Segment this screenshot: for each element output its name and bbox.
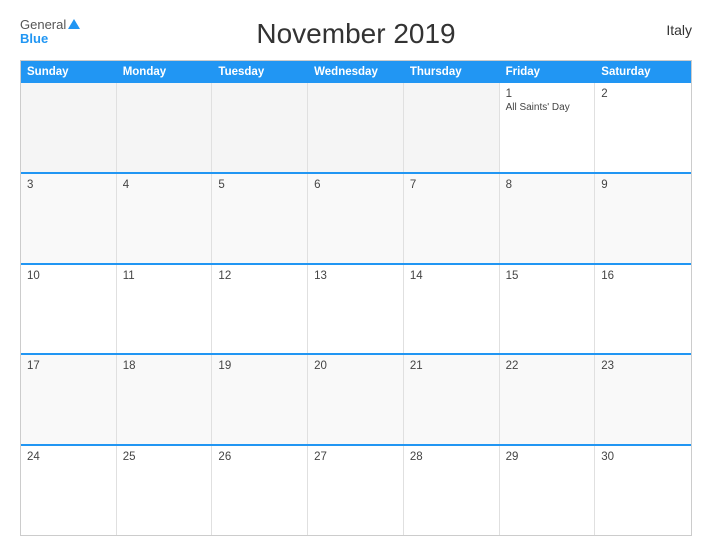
- cell-r5-sat: 30: [595, 446, 691, 535]
- cell-r4-fri: 22: [500, 355, 596, 444]
- header-wednesday: Wednesday: [308, 61, 404, 83]
- cell-r4-tue: 19: [212, 355, 308, 444]
- header-tuesday: Tuesday: [212, 61, 308, 83]
- day-7: 7: [410, 179, 493, 191]
- header-monday: Monday: [117, 61, 213, 83]
- day-25: 25: [123, 451, 206, 463]
- day-8: 8: [506, 179, 589, 191]
- event-all-saints: All Saints' Day: [506, 102, 589, 113]
- day-6: 6: [314, 179, 397, 191]
- header-friday: Friday: [500, 61, 596, 83]
- logo-general-text: General: [20, 18, 80, 32]
- calendar: Sunday Monday Tuesday Wednesday Thursday…: [20, 60, 692, 536]
- day-29: 29: [506, 451, 589, 463]
- cell-r5-sun: 24: [21, 446, 117, 535]
- day-14: 14: [410, 270, 493, 282]
- logo-triangle-icon: [68, 19, 80, 29]
- cell-r4-sat: 23: [595, 355, 691, 444]
- cell-r2-fri: 8: [500, 174, 596, 263]
- day-13: 13: [314, 270, 397, 282]
- logo: General Blue: [20, 18, 80, 47]
- day-28: 28: [410, 451, 493, 463]
- day-15: 15: [506, 270, 589, 282]
- day-1: 1: [506, 88, 589, 100]
- day-20: 20: [314, 360, 397, 372]
- day-30: 30: [601, 451, 685, 463]
- cell-r1-mon: [117, 83, 213, 172]
- cell-r5-wed: 27: [308, 446, 404, 535]
- cell-r5-thu: 28: [404, 446, 500, 535]
- cell-r3-thu: 14: [404, 265, 500, 354]
- day-23: 23: [601, 360, 685, 372]
- cell-r2-mon: 4: [117, 174, 213, 263]
- day-4: 4: [123, 179, 206, 191]
- calendar-title: November 2019: [256, 18, 455, 50]
- day-2: 2: [601, 88, 685, 100]
- cell-r4-mon: 18: [117, 355, 213, 444]
- day-3: 3: [27, 179, 110, 191]
- cell-r1-sun: [21, 83, 117, 172]
- day-24: 24: [27, 451, 110, 463]
- header-saturday: Saturday: [595, 61, 691, 83]
- cell-r4-sun: 17: [21, 355, 117, 444]
- day-9: 9: [601, 179, 685, 191]
- cell-r3-sun: 10: [21, 265, 117, 354]
- cell-r4-thu: 21: [404, 355, 500, 444]
- logo-blue-text: Blue: [20, 32, 48, 46]
- day-22: 22: [506, 360, 589, 372]
- calendar-row-2: 3 4 5 6 7 8 9: [21, 172, 691, 263]
- day-17: 17: [27, 360, 110, 372]
- cell-r3-sat: 16: [595, 265, 691, 354]
- cell-r2-thu: 7: [404, 174, 500, 263]
- cell-r5-tue: 26: [212, 446, 308, 535]
- day-10: 10: [27, 270, 110, 282]
- calendar-row-4: 17 18 19 20 21 22 23: [21, 353, 691, 444]
- cell-r1-thu: [404, 83, 500, 172]
- cell-r3-mon: 11: [117, 265, 213, 354]
- cell-r3-wed: 13: [308, 265, 404, 354]
- page: General Blue November 2019 Italy Sunday …: [0, 0, 712, 550]
- cell-r2-sun: 3: [21, 174, 117, 263]
- header-sunday: Sunday: [21, 61, 117, 83]
- calendar-row-1: 1 All Saints' Day 2: [21, 83, 691, 172]
- cell-r1-wed: [308, 83, 404, 172]
- cell-r5-fri: 29: [500, 446, 596, 535]
- calendar-row-5: 24 25 26 27 28 29 30: [21, 444, 691, 535]
- calendar-header: Sunday Monday Tuesday Wednesday Thursday…: [21, 61, 691, 83]
- cell-r3-fri: 15: [500, 265, 596, 354]
- cell-r4-wed: 20: [308, 355, 404, 444]
- cell-r2-wed: 6: [308, 174, 404, 263]
- day-11: 11: [123, 270, 206, 282]
- cell-r2-tue: 5: [212, 174, 308, 263]
- cell-r1-fri: 1 All Saints' Day: [500, 83, 596, 172]
- cell-r2-sat: 9: [595, 174, 691, 263]
- cell-r3-tue: 12: [212, 265, 308, 354]
- day-21: 21: [410, 360, 493, 372]
- calendar-row-3: 10 11 12 13 14 15 16: [21, 263, 691, 354]
- day-12: 12: [218, 270, 301, 282]
- cell-r5-mon: 25: [117, 446, 213, 535]
- day-16: 16: [601, 270, 685, 282]
- cell-r1-sat: 2: [595, 83, 691, 172]
- country-label: Italy: [666, 22, 692, 38]
- day-27: 27: [314, 451, 397, 463]
- header: General Blue November 2019 Italy: [20, 18, 692, 50]
- calendar-body: 1 All Saints' Day 2 3 4 5 6 7 8 9 10 11: [21, 83, 691, 535]
- day-18: 18: [123, 360, 206, 372]
- day-26: 26: [218, 451, 301, 463]
- cell-r1-tue: [212, 83, 308, 172]
- day-5: 5: [218, 179, 301, 191]
- day-19: 19: [218, 360, 301, 372]
- header-thursday: Thursday: [404, 61, 500, 83]
